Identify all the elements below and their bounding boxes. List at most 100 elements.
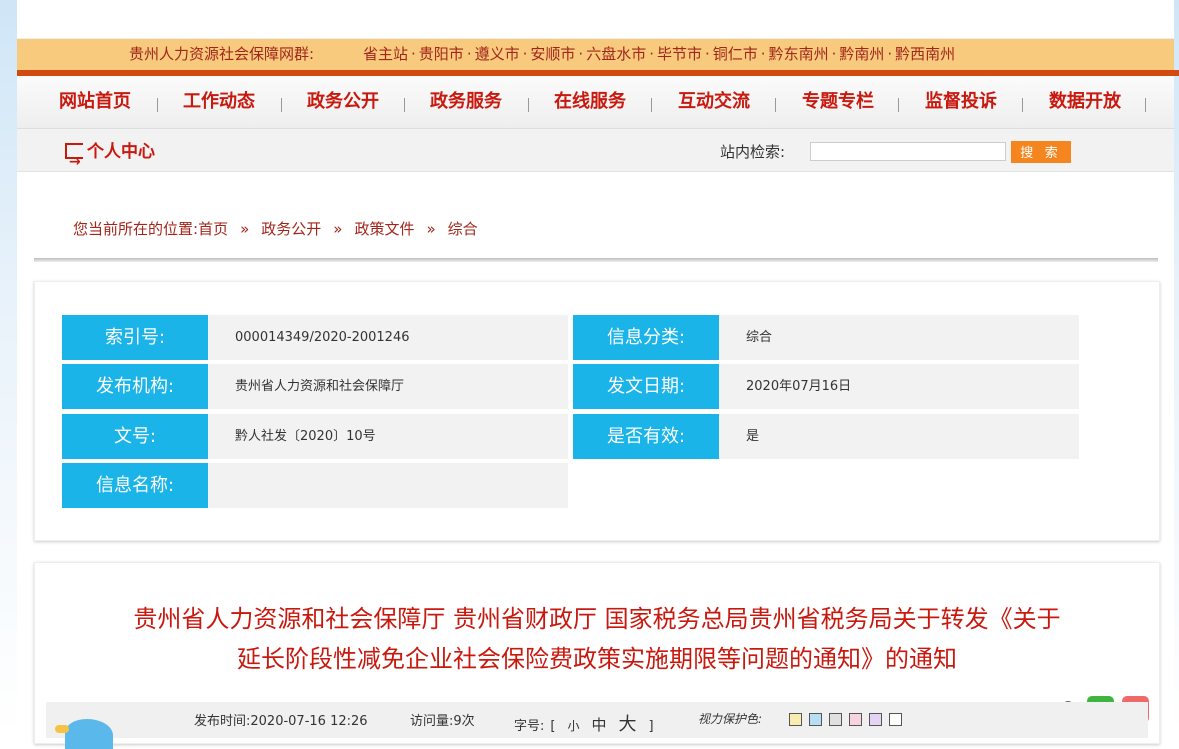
site-link[interactable]: 毕节市 [657,45,702,63]
eye-protect-colors [789,712,909,727]
info-key-valid: 是否有效: [573,414,725,459]
site-group-bar: 贵州人力资源社会保障网群: 省主站 · 贵阳市 · 遵义市 · 安顺市 · 六盘水市 · 毕节市 · 铜… [17,39,1174,70]
nav-item-gov-open[interactable]: 政务公开 [307,76,379,128]
info-value-publisher: 贵州省人力资源和社会保障厅 [208,364,568,409]
nav-divider [651,98,652,112]
nav-item-special-topics[interactable]: 专题专栏 [802,76,874,128]
nav-divider [157,98,158,112]
font-size-bracket-close: ] [648,719,654,734]
nav-divider [775,98,776,112]
view-count: 访问量:9次 [410,710,475,729]
nav-item-online-service[interactable]: 在线服务 [554,76,626,128]
article-title: 贵州省人力资源和社会保障厅 贵州省财政厅 国家税务总局贵州省税务局关于转发《关于… [35,599,1159,679]
site-link[interactable]: 遵义市 [475,45,520,63]
sub-bar: 个人中心 站内检索: 搜 索 [17,129,1174,185]
site-link[interactable]: 贵阳市 [419,45,464,63]
info-row-valid: 是否有效: 是 [573,414,1079,459]
eye-color-gray[interactable] [829,713,842,726]
article-title-line: 延长阶段性减免企业社会保险费政策实施期限等问题的通知》的通知 [237,645,957,673]
site-link-separator: · [831,45,837,63]
top-band [17,0,1174,39]
site-link-separator: · [466,45,472,63]
search-button[interactable]: 搜 索 [1011,141,1071,163]
site-link[interactable]: 六盘水市 [586,45,646,63]
breadcrumb-gov-open[interactable]: 政务公开 [261,220,321,238]
font-size-medium[interactable]: 中 [591,716,606,734]
publish-time: 发布时间:2020-07-16 12:26 [194,710,368,729]
site-link-separator: · [578,45,584,63]
site-link[interactable]: 省主站 [363,45,408,63]
site-link-separator: · [887,45,893,63]
info-row-index: 索引号: 000014349/2020-2001246 [62,315,568,360]
nav-item-work-news[interactable]: 工作动态 [183,76,255,128]
breadcrumb-arrow: » [426,220,436,238]
info-row-name: 信息名称: [62,463,568,508]
view-count-value: 9次 [453,714,475,729]
site-link[interactable]: 黔西南州 [895,45,955,63]
eye-color-blue[interactable] [809,713,822,726]
nav-item-home[interactable]: 网站首页 [59,76,131,128]
mascot-icon [55,719,113,749]
breadcrumb-arrow: » [240,220,250,238]
site-group-links: 省主站 · 贵阳市 · 遵义市 · 安顺市 · 六盘水市 · 毕节市 · 铜仁市 · 黔东南州 · 黔南州 · 黔西… [363,39,955,70]
info-key-publisher: 发布机构: [62,364,214,409]
site-link[interactable]: 铜仁市 [713,45,758,63]
document-info-panel: 索引号: 000014349/2020-2001246 信息分类: 综合 发布机… [34,281,1160,541]
site-link-separator: · [649,45,654,63]
breadcrumb-policy-docs[interactable]: 政策文件 [354,220,414,238]
personal-center-label: 个人中心 [87,142,155,162]
nav-divider [1145,98,1146,112]
eye-color-white[interactable] [889,713,902,726]
publish-time-label: 发布时间: [194,714,251,729]
nav-item-complaints[interactable]: 监督投诉 [925,76,997,128]
info-key-docno: 文号: [62,414,214,459]
info-value-category: 综合 [719,315,1079,360]
nav-item-interaction[interactable]: 互动交流 [678,76,750,128]
main-nav: 网站首页 工作动态 政务公开 政务服务 在线服务 互动交流 专题专栏 监督投诉 … [17,76,1174,129]
site-link-separator: · [411,45,416,63]
right-side-strip [1174,0,1179,737]
page: 贵州人力资源社会保障网群: 省主站 · 贵阳市 · 遵义市 · 安顺市 · 六盘水市 · 毕节市 · 铜… [17,0,1179,749]
nav-divider [404,98,405,112]
login-arrow-icon [65,139,83,185]
left-side-strip [0,0,17,737]
font-size-large[interactable]: 大 [619,714,637,735]
site-link-separator: · [760,45,766,63]
font-size-selector: 字号: [ 小中大] [514,710,660,736]
nav-item-open-data[interactable]: 数据开放 [1049,76,1121,128]
font-size-label: 字号: [514,719,545,734]
search-label: 站内检索: [720,143,786,161]
personal-center-link[interactable]: 个人中心 [65,129,155,185]
site-link-separator: · [522,45,528,63]
eye-color-pink[interactable] [849,713,862,726]
breadcrumb-general[interactable]: 综合 [448,220,478,238]
info-key-category: 信息分类: [573,315,725,360]
site-group-title: 贵州人力资源社会保障网群: [129,45,315,63]
article-meta-bar: 发布时间:2020-07-16 12:26 访问量:9次 字号: [小中大] 视力… [46,702,1148,738]
nav-divider [898,98,899,112]
info-row-docno: 文号: 黔人社发〔2020〕10号 [62,414,568,459]
view-count-label: 访问量: [410,714,454,729]
article-panel: 贵州省人力资源和社会保障厅 贵州省财政厅 国家税务总局贵州省税务局关于转发《关于… [34,562,1160,749]
publish-time-value: 2020-07-16 12:26 [250,714,368,729]
info-row-category: 信息分类: 综合 [573,315,1079,360]
site-link[interactable]: 黔南州 [839,45,884,63]
search-input[interactable] [810,142,1006,161]
info-value-name [208,463,568,508]
font-size-small[interactable]: 小 [567,719,579,733]
nav-item-gov-service[interactable]: 政务服务 [430,76,502,128]
nav-divider [281,98,282,112]
nav-divider [528,98,529,112]
info-key-index: 索引号: [62,315,214,360]
site-link[interactable]: 安顺市 [530,45,575,63]
breadcrumb-arrow: » [333,220,343,238]
eye-color-yellow[interactable] [789,713,802,726]
site-link[interactable]: 黔东南州 [769,45,829,63]
info-row-date: 发文日期: 2020年07月16日 [573,364,1079,409]
font-size-bracket-open: [ [550,719,556,734]
breadcrumb-home[interactable]: 首页 [198,220,228,238]
info-key-name: 信息名称: [62,463,214,508]
breadcrumb: 您当前所在的位置:首页 » 政务公开 » 政策文件 » 综合 [73,218,478,239]
eye-color-purple[interactable] [869,713,882,726]
info-key-date: 发文日期: [573,364,725,409]
